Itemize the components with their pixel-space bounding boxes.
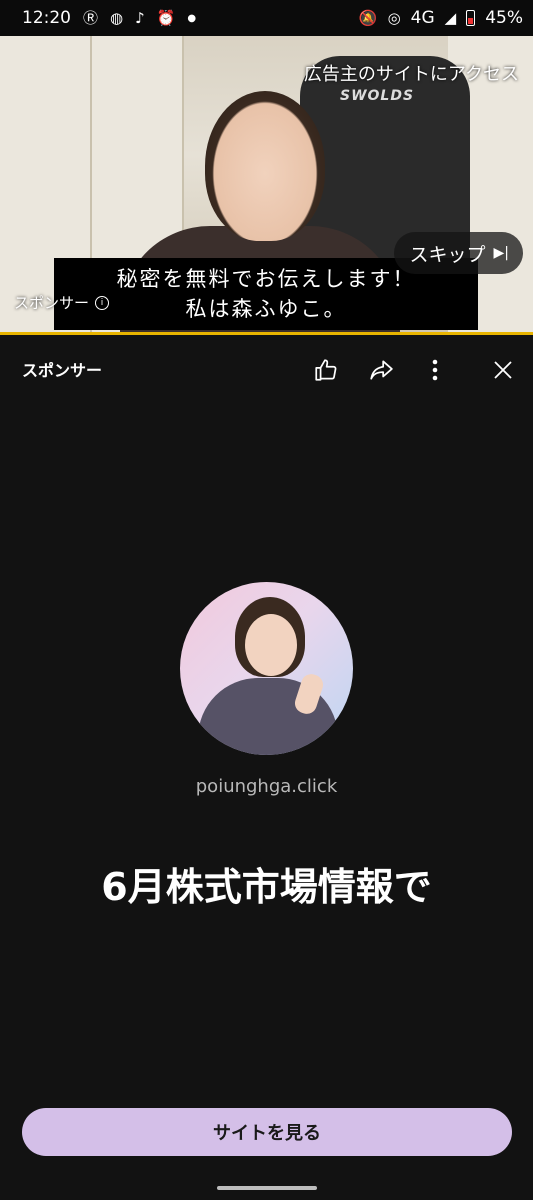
info-icon: i — [95, 295, 110, 310]
battery-percent: 45% — [485, 8, 523, 28]
status-bar: 12:20 Ⓡ ◍ ♪ ⏰ ● 🔕 ◎ 4G ◢ 45% — [0, 0, 533, 36]
sponsor-text: スポンサー — [14, 294, 90, 312]
dot-icon: ● — [187, 12, 197, 24]
avatar-face — [245, 614, 297, 676]
visit-site-button[interactable]: サイトを見る — [22, 1108, 512, 1156]
skip-label: スキップ — [409, 243, 486, 266]
signal-icon: ◢ — [444, 8, 457, 27]
sponsor-title: スポンサー — [22, 361, 103, 380]
status-time: 12:20 — [22, 8, 71, 28]
share-icon[interactable] — [366, 355, 396, 385]
thumbs-up-icon[interactable] — [311, 355, 341, 385]
mute-icon: 🔕 — [358, 8, 378, 27]
ad-progress-bar — [0, 332, 533, 335]
network-type: 4G — [410, 8, 435, 28]
video-player[interactable]: SWOLDS 広告主のサイトにアクセス 秘密を無料でお伝えします！ 私は森ふゆこ… — [0, 36, 533, 334]
caption-line-2: 私は森ふゆこ。 — [185, 297, 347, 321]
close-icon[interactable] — [488, 355, 518, 385]
rakuten-icon: Ⓡ — [83, 8, 99, 27]
tiktok-icon: ♪ — [135, 8, 145, 27]
skip-next-icon: ▶︎| — [493, 245, 509, 261]
alarm-icon: ⏰ — [156, 8, 176, 27]
advertiser-avatar — [180, 582, 353, 755]
more-vert-icon[interactable] — [420, 355, 450, 385]
skip-button[interactable]: スキップ ▶︎| — [393, 232, 523, 274]
chair-brand: SWOLDS — [340, 88, 415, 104]
sponsor-info[interactable]: スポンサー i — [14, 292, 110, 313]
hotspot-icon: ◎ — [387, 8, 401, 27]
visit-advertiser-link[interactable]: 広告主のサイトにアクセス — [304, 60, 519, 86]
advertiser-domain: poiunghga.click — [195, 776, 338, 797]
home-indicator[interactable] — [217, 1186, 317, 1190]
ad-action-bar: スポンサー — [0, 345, 533, 393]
presenter-head — [205, 91, 325, 241]
battery-icon — [466, 10, 476, 26]
line-icon: ◍ — [110, 8, 124, 27]
ad-headline: 6月株式市場情報で — [101, 865, 432, 909]
